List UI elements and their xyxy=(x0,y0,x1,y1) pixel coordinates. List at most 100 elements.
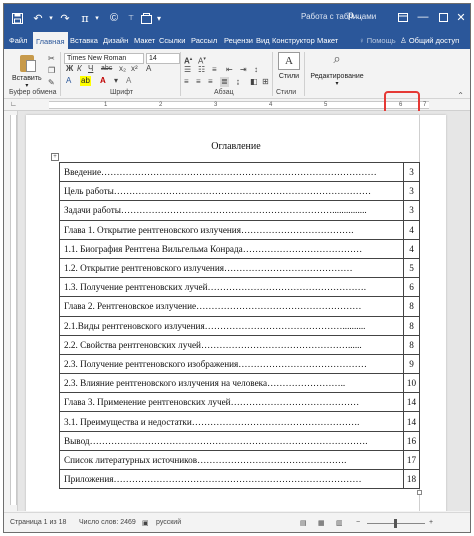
font-name-box[interactable]: Times New Roman xyxy=(64,53,144,64)
toc-row[interactable]: Цель работы………………………………………………………………………… 3 xyxy=(59,181,420,202)
multilevel-list-icon[interactable]: ≡ xyxy=(212,65,217,75)
toc-table[interactable]: Введение……………………………………………………………………………… 3 … xyxy=(59,161,420,490)
italic-button[interactable]: К xyxy=(77,64,82,74)
table-resize-handle[interactable] xyxy=(417,490,422,495)
tab-table-design[interactable]: Конструктор xyxy=(272,32,315,49)
toc-row[interactable]: 2.3. Получение рентгеновского изображени… xyxy=(59,353,420,375)
toc-entry-text[interactable]: 1.3. Получение рентгеновских лучей………………… xyxy=(59,277,404,298)
close-icon[interactable]: ✕ xyxy=(451,9,470,25)
toc-entry-page[interactable]: 6 xyxy=(403,277,420,298)
customize-qat-icon[interactable]: ▾ xyxy=(152,11,166,25)
toc-entry-page[interactable]: 14 xyxy=(403,392,420,413)
page-count[interactable]: Страница 1 из 18 xyxy=(10,519,66,526)
toc-entry-text[interactable]: 3.1. Преимущества и недостатки…………………………… xyxy=(59,411,404,432)
redo-icon[interactable]: ↷ xyxy=(58,11,72,25)
quick-access-icon[interactable]: ⊤ xyxy=(124,11,138,25)
toc-entry-page[interactable]: 8 xyxy=(403,296,420,317)
tab-insert[interactable]: Вставка xyxy=(70,32,98,49)
cut-icon[interactable]: ✂ xyxy=(48,54,55,64)
font-color-icon[interactable]: A xyxy=(100,76,106,86)
copy-icon[interactable]: ❐ xyxy=(48,66,55,76)
toc-entry-text[interactable]: 2.3. Влияние рентгеновского излучения на… xyxy=(59,373,404,394)
tab-references[interactable]: Ссылки xyxy=(159,32,185,49)
editing-button[interactable]: ⌕ Редактирование ▾ xyxy=(306,49,368,87)
toc-entry-page[interactable]: 3 xyxy=(403,161,420,183)
font-size-box[interactable]: 14 xyxy=(146,53,180,64)
align-center-icon[interactable]: ≡ xyxy=(196,77,201,87)
maximize-icon[interactable] xyxy=(433,9,453,25)
toc-row[interactable]: Глава 1. Открытие рентгеновского излучен… xyxy=(59,219,420,240)
tab-home[interactable]: Главная xyxy=(33,32,68,49)
line-spacing-icon[interactable]: ↨ xyxy=(236,77,240,87)
toc-entry-text[interactable]: 1.2. Открытие рентгеновского излучения……… xyxy=(59,257,404,279)
help-search[interactable]: ♀ Помощь xyxy=(359,32,396,49)
share-button[interactable]: ♙ Общий доступ xyxy=(400,32,459,49)
web-layout-icon[interactable]: ▥ xyxy=(336,519,343,527)
toc-entry-text[interactable]: Глава 1. Открытие рентгеновского излучен… xyxy=(59,219,404,240)
tab-file[interactable]: Файл xyxy=(9,32,27,49)
toc-row[interactable]: 1.3. Получение рентгеновских лучей………………… xyxy=(59,277,420,298)
font-color-dropdown-icon[interactable]: ▾ xyxy=(114,76,118,86)
toc-entry-text[interactable]: Глава 2. Рентгеновское излучение……………………… xyxy=(59,296,404,317)
toc-entry-page[interactable]: 4 xyxy=(403,238,420,259)
strikethrough-button[interactable]: abc xyxy=(101,64,112,74)
tab-design[interactable]: Дизайн xyxy=(103,32,128,49)
toc-row[interactable]: 3.1. Преимущества и недостатки…………………………… xyxy=(59,411,420,432)
zoom-slider-thumb[interactable] xyxy=(394,519,397,528)
toc-entry-text[interactable]: 2.2. Свойства рентгеновских лучей…………………… xyxy=(59,334,404,355)
zoom-in-icon[interactable]: + xyxy=(429,519,433,526)
vertical-ruler[interactable] xyxy=(9,111,18,511)
zoom-out-icon[interactable]: − xyxy=(356,519,360,526)
toc-entry-text[interactable]: Список литературных источников…………………………… xyxy=(59,449,404,471)
toc-row[interactable]: Приложения……………………………………………………………………… 18 xyxy=(59,468,420,490)
toc-row[interactable]: Вывод………………………………………………………………………………. 16 xyxy=(59,430,420,451)
numbering-icon[interactable]: ☷ xyxy=(198,65,205,75)
table-move-handle[interactable]: + xyxy=(51,153,59,161)
increase-indent-icon[interactable]: ⇥ xyxy=(240,65,247,75)
toc-entry-text[interactable]: 2.3. Получение рентгеновского изображени… xyxy=(59,353,404,375)
toc-row[interactable]: 1.2. Открытие рентгеновского излучения……… xyxy=(59,257,420,279)
clear-format-icon[interactable]: A xyxy=(126,76,131,86)
tab-table-layout[interactable]: Макет xyxy=(317,32,338,49)
bullets-icon[interactable]: ☰ xyxy=(184,65,191,75)
toc-entry-page[interactable]: 5 xyxy=(403,257,420,279)
styles-button[interactable]: A Стили xyxy=(278,49,300,80)
text-effects-icon[interactable]: A xyxy=(146,64,151,74)
toc-entry-page[interactable]: 4 xyxy=(403,219,420,240)
toc-row[interactable]: 1.1. Биография Рентгена Вильгельма Конра… xyxy=(59,238,420,259)
minimize-icon[interactable]: — xyxy=(413,9,433,25)
toc-row[interactable]: Глава 3. Применение рентгеновских лучей…… xyxy=(59,392,420,413)
toc-row[interactable]: Введение……………………………………………………………………………… 3 xyxy=(59,161,420,183)
toc-row[interactable]: Задачи работы……………………………………………………………....… xyxy=(59,200,420,221)
tab-layout[interactable]: Макет xyxy=(134,32,155,49)
proofing-icon[interactable]: ▣ xyxy=(142,519,149,527)
toc-entry-text[interactable]: Задачи работы……………………………………………………………....… xyxy=(59,200,404,221)
decrease-indent-icon[interactable]: ⇤ xyxy=(226,65,233,75)
subscript-button[interactable]: x₂ xyxy=(119,64,126,74)
bold-button[interactable]: Ж xyxy=(66,64,73,74)
toc-entry-page[interactable]: 3 xyxy=(403,200,420,221)
language-indicator[interactable]: русский xyxy=(156,519,181,526)
document-page[interactable]: Оглавление + Введение…………………………………………………… xyxy=(26,115,446,511)
toc-row[interactable]: 2.1.Виды рентгеновского излучения…………………… xyxy=(59,315,420,336)
align-right-icon[interactable]: ≡ xyxy=(208,77,213,87)
toc-row[interactable]: Список литературных источников…………………………… xyxy=(59,449,420,471)
toc-entry-text[interactable]: Введение……………………………………………………………………………… xyxy=(59,161,404,183)
format-painter-icon[interactable]: ✎ xyxy=(48,78,55,88)
paste-button[interactable]: Вставить ▾ xyxy=(12,49,42,89)
undo-dropdown-icon[interactable]: ▾ xyxy=(44,11,58,25)
undo-icon[interactable]: ↶ xyxy=(31,11,45,25)
borders-icon[interactable]: ⊞ xyxy=(262,77,269,87)
toc-entry-page[interactable]: 8 xyxy=(403,315,420,336)
save-icon[interactable] xyxy=(10,11,24,25)
snapshot-icon[interactable] xyxy=(139,11,153,25)
toc-entry-page[interactable]: 10 xyxy=(403,373,420,394)
text-effects-glow-icon[interactable]: A xyxy=(66,76,71,86)
toc-entry-page[interactable]: 8 xyxy=(403,334,420,355)
toc-row[interactable]: Глава 2. Рентгеновское излучение……………………… xyxy=(59,296,420,317)
print-layout-icon[interactable]: ▦ xyxy=(318,519,325,527)
tab-view[interactable]: Вид xyxy=(256,32,270,49)
toc-row[interactable]: 2.3. Влияние рентгеновского излучения на… xyxy=(59,373,420,394)
toc-entry-text[interactable]: Глава 3. Применение рентгеновских лучей…… xyxy=(59,392,404,413)
toc-entry-text[interactable]: Вывод………………………………………………………………………………. xyxy=(59,430,404,451)
